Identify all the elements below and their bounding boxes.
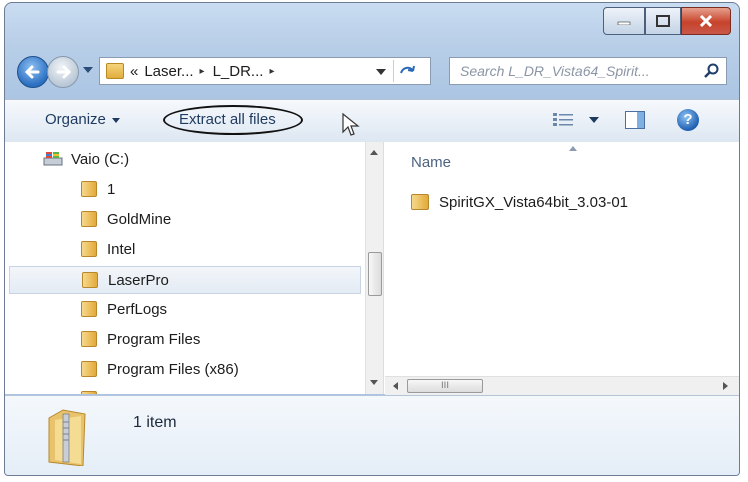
- change-view-icon[interactable]: [553, 112, 573, 128]
- column-header-name[interactable]: Name: [411, 154, 451, 171]
- nav-item-goldmine[interactable]: GoldMine: [81, 206, 171, 234]
- address-separator-icon[interactable]: ▸: [200, 66, 205, 77]
- minimize-icon: [617, 21, 631, 25]
- folder-icon: [81, 391, 97, 394]
- organize-label: Organize: [45, 111, 106, 128]
- views-dropdown-icon[interactable]: [589, 117, 599, 123]
- address-bar[interactable]: « Laser... ▸ L_DR... ▸: [99, 57, 431, 85]
- folder-icon: [81, 361, 97, 377]
- back-button[interactable]: [17, 56, 49, 88]
- navigation-bar: « Laser... ▸ L_DR... ▸ Search L_DR_Vista…: [17, 53, 729, 91]
- folder-icon: [81, 301, 97, 317]
- back-arrow-icon: [24, 65, 40, 79]
- scroll-thumb[interactable]: [368, 252, 382, 296]
- nav-item-program-files-x86[interactable]: Program Files (x86): [81, 356, 239, 384]
- navigation-pane: Vaio (C:) 1 GoldMine Intel LaserPro Perf…: [5, 142, 384, 394]
- forward-button[interactable]: [47, 56, 79, 88]
- address-dropdown-icon[interactable]: [376, 69, 386, 75]
- nav-item-label: Intel: [107, 241, 136, 258]
- maximize-icon: [656, 15, 670, 27]
- folder-icon: [81, 241, 97, 257]
- address-segment-ldr[interactable]: L_DR...: [213, 63, 264, 80]
- sort-arrow-icon: [569, 146, 577, 151]
- nav-item-label: 1: [107, 181, 116, 198]
- nav-item-perflogs[interactable]: PerfLogs: [81, 296, 167, 324]
- file-item[interactable]: SpiritGX_Vista64bit_3.03-01: [411, 194, 628, 211]
- file-item-label: SpiritGX_Vista64bit_3.03-01: [439, 194, 629, 211]
- address-separator-icon[interactable]: ▸: [269, 66, 274, 77]
- extract-all-files-button[interactable]: Extract all files: [179, 111, 276, 128]
- file-list-pane: Name SpiritGX_Vista64bit_3.03-01 III: [385, 142, 739, 395]
- nav-item-drive[interactable]: Vaio (C:): [43, 146, 129, 174]
- scroll-down-icon[interactable]: [370, 380, 378, 385]
- folder-icon: [411, 194, 429, 210]
- drive-icon: [43, 152, 63, 166]
- nav-item-partial: [81, 386, 107, 394]
- nav-vertical-scrollbar[interactable]: [365, 142, 383, 394]
- mouse-cursor-icon: [342, 112, 360, 136]
- folder-icon: [81, 331, 97, 347]
- folder-icon: [81, 211, 97, 227]
- scroll-left-icon[interactable]: [393, 382, 398, 390]
- address-segment-laser[interactable]: Laser...: [144, 63, 193, 80]
- minimize-button[interactable]: [603, 7, 645, 35]
- search-input[interactable]: Search L_DR_Vista64_Spirit...: [449, 57, 727, 85]
- refresh-icon[interactable]: [393, 60, 422, 82]
- preview-pane-icon[interactable]: [625, 111, 645, 129]
- nav-item-label: LaserPro: [108, 272, 169, 289]
- item-count: 1 item: [133, 414, 177, 431]
- search-icon[interactable]: [704, 58, 720, 88]
- nav-item-folder-1[interactable]: 1: [81, 176, 115, 204]
- nav-item-label: GoldMine: [107, 211, 172, 228]
- close-icon: [699, 15, 713, 27]
- horizontal-scrollbar[interactable]: III: [385, 376, 739, 395]
- nav-item-label: Program Files (x86): [107, 361, 239, 378]
- scroll-up-icon[interactable]: [370, 150, 378, 155]
- folder-icon: [81, 181, 97, 197]
- search-placeholder: Search L_DR_Vista64_Spirit...: [460, 63, 650, 79]
- forward-arrow-icon: [56, 65, 72, 79]
- maximize-button[interactable]: [645, 7, 681, 35]
- nav-item-label: Vaio (C:): [71, 151, 130, 168]
- scroll-thumb[interactable]: III: [407, 379, 483, 393]
- window-controls: [603, 7, 731, 37]
- command-toolbar: Organize Extract all files ?: [5, 99, 739, 143]
- nav-item-laserpro[interactable]: LaserPro: [9, 266, 361, 294]
- scroll-right-icon[interactable]: [723, 382, 728, 390]
- help-icon[interactable]: ?: [677, 109, 699, 131]
- address-prefix[interactable]: «: [130, 63, 138, 80]
- content-area: Vaio (C:) 1 GoldMine Intel LaserPro Perf…: [5, 142, 739, 395]
- explorer-window: « Laser... ▸ L_DR... ▸ Search L_DR_Vista…: [4, 2, 740, 476]
- chevron-down-icon: [111, 117, 120, 123]
- nav-item-label: Program Files: [107, 331, 201, 348]
- close-button[interactable]: [681, 7, 731, 35]
- zip-folder-icon: [48, 409, 86, 466]
- details-pane: 1 item: [5, 395, 739, 475]
- nav-item-intel[interactable]: Intel: [81, 236, 135, 264]
- organize-button[interactable]: Organize: [45, 111, 120, 128]
- nav-item-label: PerfLogs: [107, 301, 168, 318]
- folder-icon: [106, 63, 124, 79]
- nav-item-program-files[interactable]: Program Files: [81, 326, 200, 354]
- recent-pages-dropdown[interactable]: [83, 67, 93, 73]
- folder-icon: [82, 272, 98, 288]
